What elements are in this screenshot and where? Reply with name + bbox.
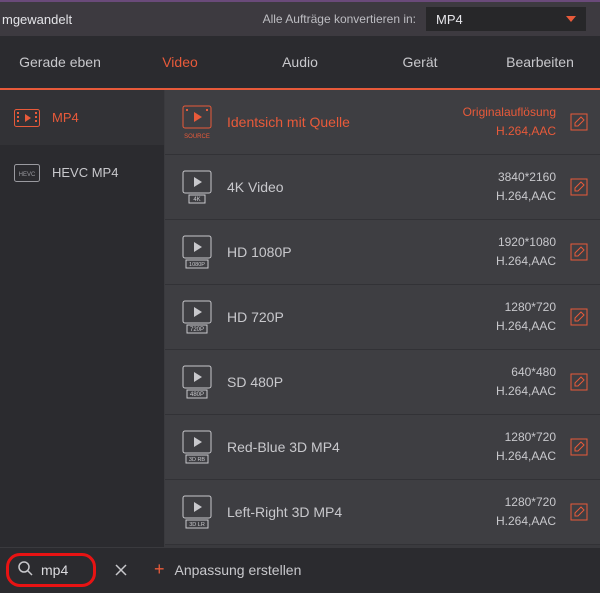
preset-title: HD 720P — [227, 309, 482, 325]
preset-meta: 1280*720H.264,AAC — [496, 428, 556, 466]
preset-row[interactable]: 720P HD 720P 1280*720H.264,AAC — [165, 285, 600, 350]
preset-meta: 3840*2160H.264,AAC — [496, 168, 556, 206]
preset-meta: 1280*720H.264,AAC — [496, 493, 556, 531]
sidebar-item-mp4[interactable]: MP4 — [0, 90, 164, 145]
preset-4k-icon: 4K — [181, 169, 213, 205]
preset-row[interactable]: 3D RB Red-Blue 3D MP4 1280*720H.264,AAC — [165, 415, 600, 480]
preset-row[interactable]: 1080P HD 1080P 1920*1080H.264,AAC — [165, 220, 600, 285]
preset-row[interactable]: SOURCE Identsich mit Quelle Originalaufl… — [165, 90, 600, 155]
preset-1080p-icon: 1080P — [181, 234, 213, 270]
category-tabs: Gerade eben Video Audio Gerät Bearbeiten — [0, 36, 600, 90]
preset-title: Red-Blue 3D MP4 — [227, 439, 482, 455]
format-sidebar: MP4 HEVC HEVC MP4 — [0, 90, 165, 547]
preset-meta: 1280*720H.264,AAC — [496, 298, 556, 336]
edit-icon[interactable] — [570, 373, 588, 391]
svg-text:1080P: 1080P — [189, 262, 205, 268]
clear-search-icon[interactable] — [114, 563, 128, 577]
sidebar-item-label: MP4 — [52, 110, 79, 125]
title-fragment: mgewandelt — [0, 12, 72, 27]
edit-icon[interactable] — [570, 308, 588, 326]
preset-meta: 1920*1080H.264,AAC — [496, 233, 556, 271]
tab-edit[interactable]: Bearbeiten — [480, 36, 600, 88]
preset-row[interactable]: 4K 4K Video 3840*2160H.264,AAC — [165, 155, 600, 220]
preset-3d-rb-icon: 3D RB — [181, 429, 213, 465]
preset-title: Left-Right 3D MP4 — [227, 504, 482, 520]
tab-video[interactable]: Video — [120, 36, 240, 88]
tab-audio[interactable]: Audio — [240, 36, 360, 88]
svg-text:HEVC: HEVC — [19, 172, 36, 178]
chevron-down-icon — [566, 16, 576, 22]
preset-list: SOURCE Identsich mit Quelle Originalaufl… — [165, 90, 600, 547]
output-format-select[interactable]: MP4 — [426, 7, 586, 31]
svg-text:4K: 4K — [193, 197, 200, 203]
edit-icon[interactable] — [570, 438, 588, 456]
preset-title: HD 1080P — [227, 244, 482, 260]
preset-meta: 640*480H.264,AAC — [496, 363, 556, 401]
preset-row[interactable]: 3D LR Left-Right 3D MP4 1280*720H.264,AA… — [165, 480, 600, 545]
output-format-value: MP4 — [436, 12, 463, 27]
preset-480p-icon: 480P — [181, 364, 213, 400]
hevc-icon: HEVC — [14, 163, 40, 183]
search-icon — [17, 560, 33, 579]
sidebar-item-label: HEVC MP4 — [52, 165, 118, 180]
create-custom-label: Anpassung erstellen — [175, 562, 302, 578]
search-input[interactable] — [41, 562, 85, 578]
convert-all-label: Alle Aufträge konvertieren in: — [263, 12, 416, 26]
svg-text:3D RB: 3D RB — [189, 457, 206, 463]
svg-text:720P: 720P — [190, 327, 204, 333]
edit-icon[interactable] — [570, 503, 588, 521]
preset-source-icon: SOURCE — [181, 104, 213, 140]
svg-text:3D LR: 3D LR — [189, 522, 205, 528]
sidebar-item-hevc-mp4[interactable]: HEVC HEVC MP4 — [0, 145, 164, 200]
preset-title: SD 480P — [227, 374, 482, 390]
search-highlight-ring — [6, 553, 96, 587]
edit-icon[interactable] — [570, 243, 588, 261]
edit-icon[interactable] — [570, 113, 588, 131]
tab-device[interactable]: Gerät — [360, 36, 480, 88]
plus-icon: + — [154, 559, 165, 580]
svg-text:SOURCE: SOURCE — [184, 134, 210, 139]
preset-title: 4K Video — [227, 179, 482, 195]
preset-title: Identsich mit Quelle — [227, 114, 449, 130]
svg-text:480P: 480P — [190, 392, 204, 398]
preset-meta: Originalauflösung H.264,AAC — [463, 103, 556, 141]
preset-row[interactable]: 480P SD 480P 640*480H.264,AAC — [165, 350, 600, 415]
film-icon — [14, 108, 40, 128]
edit-icon[interactable] — [570, 178, 588, 196]
preset-3d-lr-icon: 3D LR — [181, 494, 213, 530]
tab-recent[interactable]: Gerade eben — [0, 36, 120, 88]
preset-720p-icon: 720P — [181, 299, 213, 335]
create-custom-button[interactable]: + Anpassung erstellen — [154, 559, 301, 580]
